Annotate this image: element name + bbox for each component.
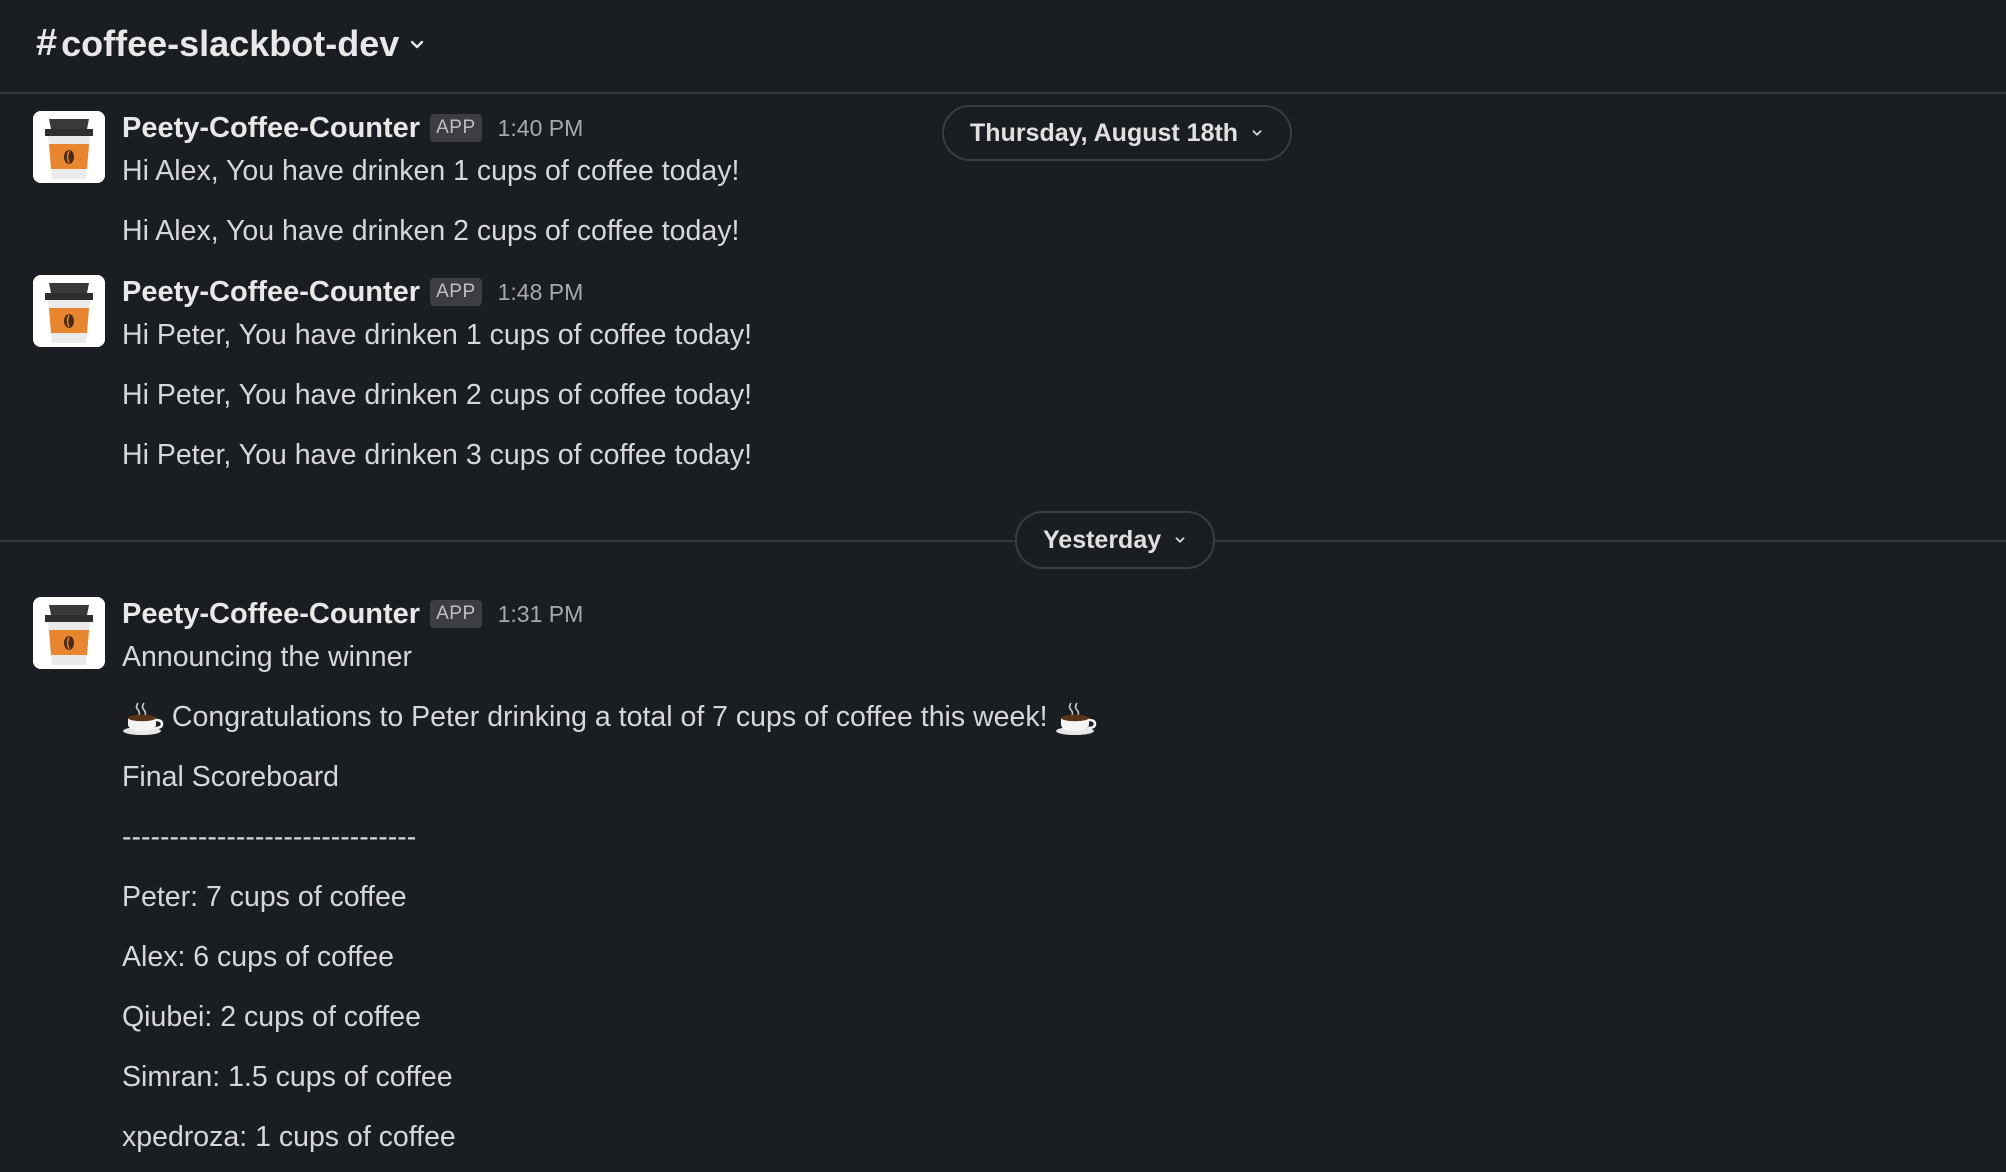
scoreboard-entry: Peter: 7 cups of coffee xyxy=(122,881,407,913)
scoreboard-entry: Alex: 6 cups of coffee xyxy=(122,941,394,973)
app-badge: APP xyxy=(430,278,482,306)
app-badge: APP xyxy=(430,114,482,142)
message-text-with-emoji: Congratulations to Peter drinking a tota… xyxy=(122,699,1097,736)
congratulations-text: Congratulations to Peter drinking a tota… xyxy=(171,701,1048,733)
slack-channel-view: # coffee-slackbot-dev Thursday, August 1… xyxy=(0,0,2006,1172)
message-text: Final Scoreboard xyxy=(122,761,340,793)
hot-beverage-icon xyxy=(1056,702,1097,736)
coffee-cup-icon xyxy=(33,275,105,347)
coffee-cup-icon xyxy=(33,111,105,183)
sender-name[interactable]: Peety-Coffee-Counter xyxy=(122,598,420,631)
bot-avatar[interactable] xyxy=(33,275,105,347)
date-divider-line xyxy=(0,540,2006,542)
message-text: ------------------------------- xyxy=(122,821,417,853)
message-header: Peety-Coffee-Counter APP 1:31 PM xyxy=(122,596,583,632)
date-divider-label: Yesterday xyxy=(1043,525,1162,554)
sender-name[interactable]: Peety-Coffee-Counter xyxy=(122,112,420,145)
message-timestamp[interactable]: 1:48 PM xyxy=(498,279,584,306)
message-timestamp[interactable]: 1:40 PM xyxy=(498,115,584,142)
bot-avatar[interactable] xyxy=(33,597,105,669)
scoreboard-entry: xpedroza: 1 cups of coffee xyxy=(122,1121,456,1153)
channel-title: coffee-slackbot-dev xyxy=(61,22,400,64)
coffee-cup-icon xyxy=(33,597,105,669)
app-badge: APP xyxy=(430,600,482,628)
hot-beverage-icon xyxy=(123,702,164,736)
message-text: Announcing the winner xyxy=(122,641,412,673)
channel-header: # coffee-slackbot-dev xyxy=(0,0,2006,94)
channel-name-button[interactable]: # coffee-slackbot-dev xyxy=(36,22,425,65)
chevron-down-icon xyxy=(1252,130,1262,136)
message-text: Hi Alex, You have drinken 1 cups of coff… xyxy=(122,155,740,187)
message-text: Hi Peter, You have drinken 1 cups of cof… xyxy=(122,319,753,351)
date-divider-button[interactable]: Thursday, August 18th xyxy=(942,105,1293,161)
message-text: Hi Peter, You have drinken 2 cups of cof… xyxy=(122,379,753,411)
message-header: Peety-Coffee-Counter APP 1:48 PM xyxy=(122,274,583,310)
message-header: Peety-Coffee-Counter APP 1:40 PM xyxy=(122,110,583,146)
message-timestamp[interactable]: 1:31 PM xyxy=(498,601,584,628)
chevron-down-icon xyxy=(1175,537,1185,543)
scoreboard-entry: Simran: 1.5 cups of coffee xyxy=(122,1061,453,1093)
channel-hash: # xyxy=(36,22,58,64)
date-divider-label: Thursday, August 18th xyxy=(970,118,1239,147)
chevron-down-icon xyxy=(411,40,424,48)
message-text: Hi Peter, You have drinken 3 cups of cof… xyxy=(122,439,753,471)
message-text: Hi Alex, You have drinken 2 cups of coff… xyxy=(122,215,740,247)
scoreboard-entry: Qiubei: 2 cups of coffee xyxy=(122,1001,421,1033)
date-divider-button[interactable]: Yesterday xyxy=(1015,511,1216,569)
bot-avatar[interactable] xyxy=(33,111,105,183)
sender-name[interactable]: Peety-Coffee-Counter xyxy=(122,276,420,309)
